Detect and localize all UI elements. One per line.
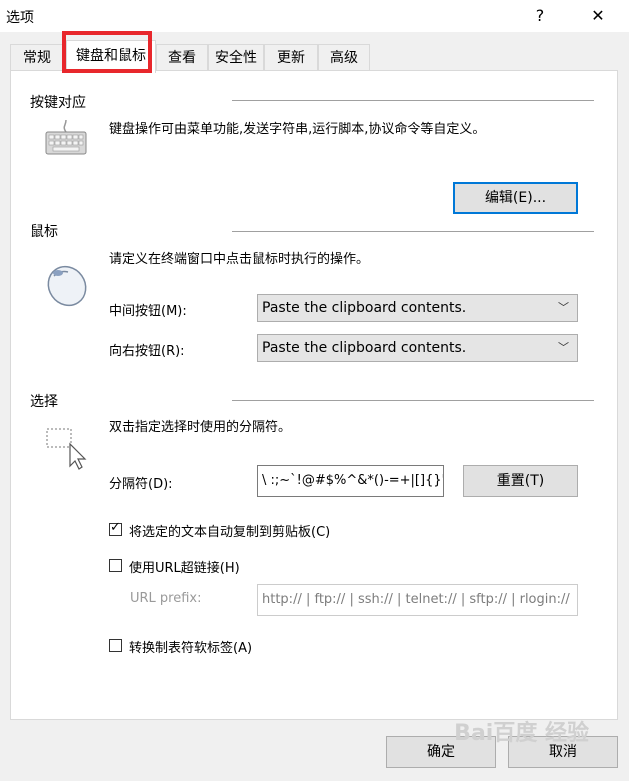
title-bar: 选项 ? ✕ [0,0,629,32]
mouse-section-title: 鼠标 [30,224,58,240]
mouse-icon [44,262,90,312]
keyboard-icon [44,118,88,162]
tab-security[interactable]: 安全性 [208,44,264,71]
url-prefix-label: URL prefix: [130,591,202,606]
tab-highlight-frame [62,31,152,73]
url-hyperlink-label[interactable]: 使用URL超链接(H) [129,557,240,576]
chevron-down-icon: ﹀ [558,301,569,314]
select-description: 双击指定选择时使用的分隔符。 [109,420,292,435]
mouse-divider [232,231,594,233]
right-button-value: Paste the clipboard contents. [262,340,467,356]
middle-button-select[interactable]: Paste the clipboard contents. ﹀ [257,294,578,322]
help-button[interactable]: ? [526,4,554,28]
chevron-down-icon: ﹀ [558,341,569,354]
options-panel [10,70,618,720]
delimiter-label: 分隔符(D): [109,477,173,492]
tab-convert-label[interactable]: 转换制表符软标签(A) [129,637,252,656]
window-title: 选项 [6,10,34,26]
close-button[interactable]: ✕ [584,4,612,28]
tab-advanced[interactable]: 高级 [318,44,370,71]
auto-copy-label[interactable]: 将选定的文本自动复制到剪贴板(C) [129,521,330,540]
tab-update[interactable]: 更新 [264,44,318,71]
right-button-select[interactable]: Paste the clipboard contents. ﹀ [257,334,578,362]
keyboard-section-title: 按键对应 [30,95,86,111]
right-button-label: 向右按钮(R): [109,344,185,359]
selection-cursor-icon [44,426,88,474]
delimiter-input[interactable]: \ :;~`!@#$%^&*()-=+|[]{}' [257,465,444,497]
auto-copy-checkbox[interactable] [109,520,122,536]
tab-convert-checkbox[interactable] [109,639,122,652]
tab-general[interactable]: 常规 [10,44,64,71]
url-hyperlink-checkbox[interactable] [109,559,122,572]
keyboard-divider [232,100,594,102]
edit-button[interactable]: 编辑(E)... [453,182,578,214]
tab-view[interactable]: 查看 [156,44,208,71]
mouse-description: 请定义在终端窗口中点击鼠标时执行的操作。 [109,252,370,267]
watermark-logo: Bai百度 经验 [454,721,589,746]
select-divider [232,400,594,402]
reset-button[interactable]: 重置(T) [463,465,578,497]
middle-button-value: Paste the clipboard contents. [262,300,467,316]
url-prefix-input[interactable]: http:// | ftp:// | ssh:// | telnet:// | … [257,584,578,616]
keyboard-description: 键盘操作可由菜单功能,发送字符串,运行脚本,协议命令等自定义。 [109,122,486,137]
select-section-title: 选择 [30,394,58,410]
middle-button-label: 中间按钮(M): [109,304,187,319]
